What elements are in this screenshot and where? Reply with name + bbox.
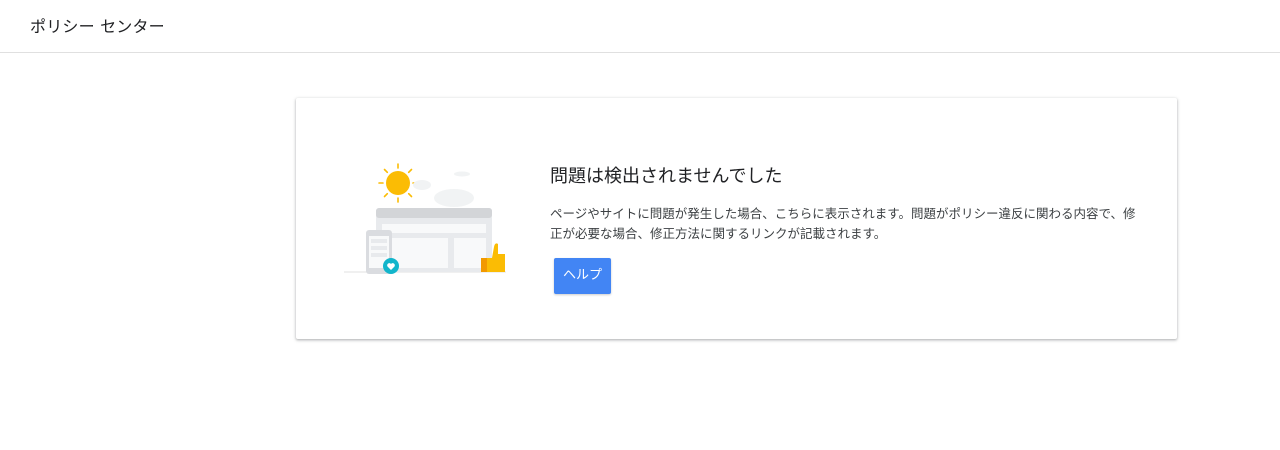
no-issues-illustration-icon <box>344 163 506 274</box>
no-issues-title: 問題は検出されませんでした <box>550 166 783 187</box>
page-title: ポリシー センター <box>30 17 165 36</box>
app-header: ポリシー センター <box>0 0 1280 53</box>
no-issues-description: ページやサイトに問題が発生した場合、こちらに表示されます。問題がポリシー違反に関… <box>550 206 1136 241</box>
no-issues-card: 問題は検出されませんでした ページやサイトに問題が発生した場合、こちらに表示され… <box>296 98 1177 339</box>
help-button[interactable]: ヘルプ <box>554 258 612 294</box>
